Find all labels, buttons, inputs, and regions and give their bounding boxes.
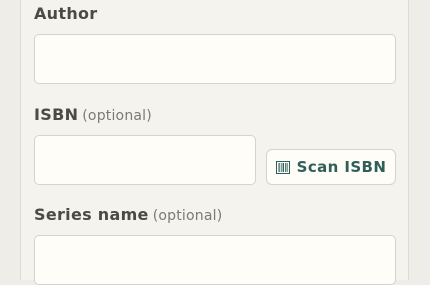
isbn-label: ISBN (optional) — [34, 105, 152, 124]
author-label: Author — [34, 4, 98, 23]
series-name-input[interactable] — [34, 235, 396, 285]
isbn-label-text: ISBN — [34, 105, 79, 124]
series-name-label: Series name (optional) — [34, 205, 222, 224]
author-label-text: Author — [34, 4, 98, 23]
barcode-icon — [275, 160, 290, 174]
scan-isbn-button[interactable]: Scan ISBN — [266, 149, 396, 185]
isbn-input[interactable] — [34, 135, 256, 185]
scan-isbn-label: Scan ISBN — [296, 158, 387, 176]
isbn-optional-hint: (optional) — [82, 108, 152, 124]
author-input[interactable] — [34, 34, 396, 84]
series-name-label-text: Series name — [34, 205, 149, 224]
series-name-optional-hint: (optional) — [152, 208, 223, 224]
